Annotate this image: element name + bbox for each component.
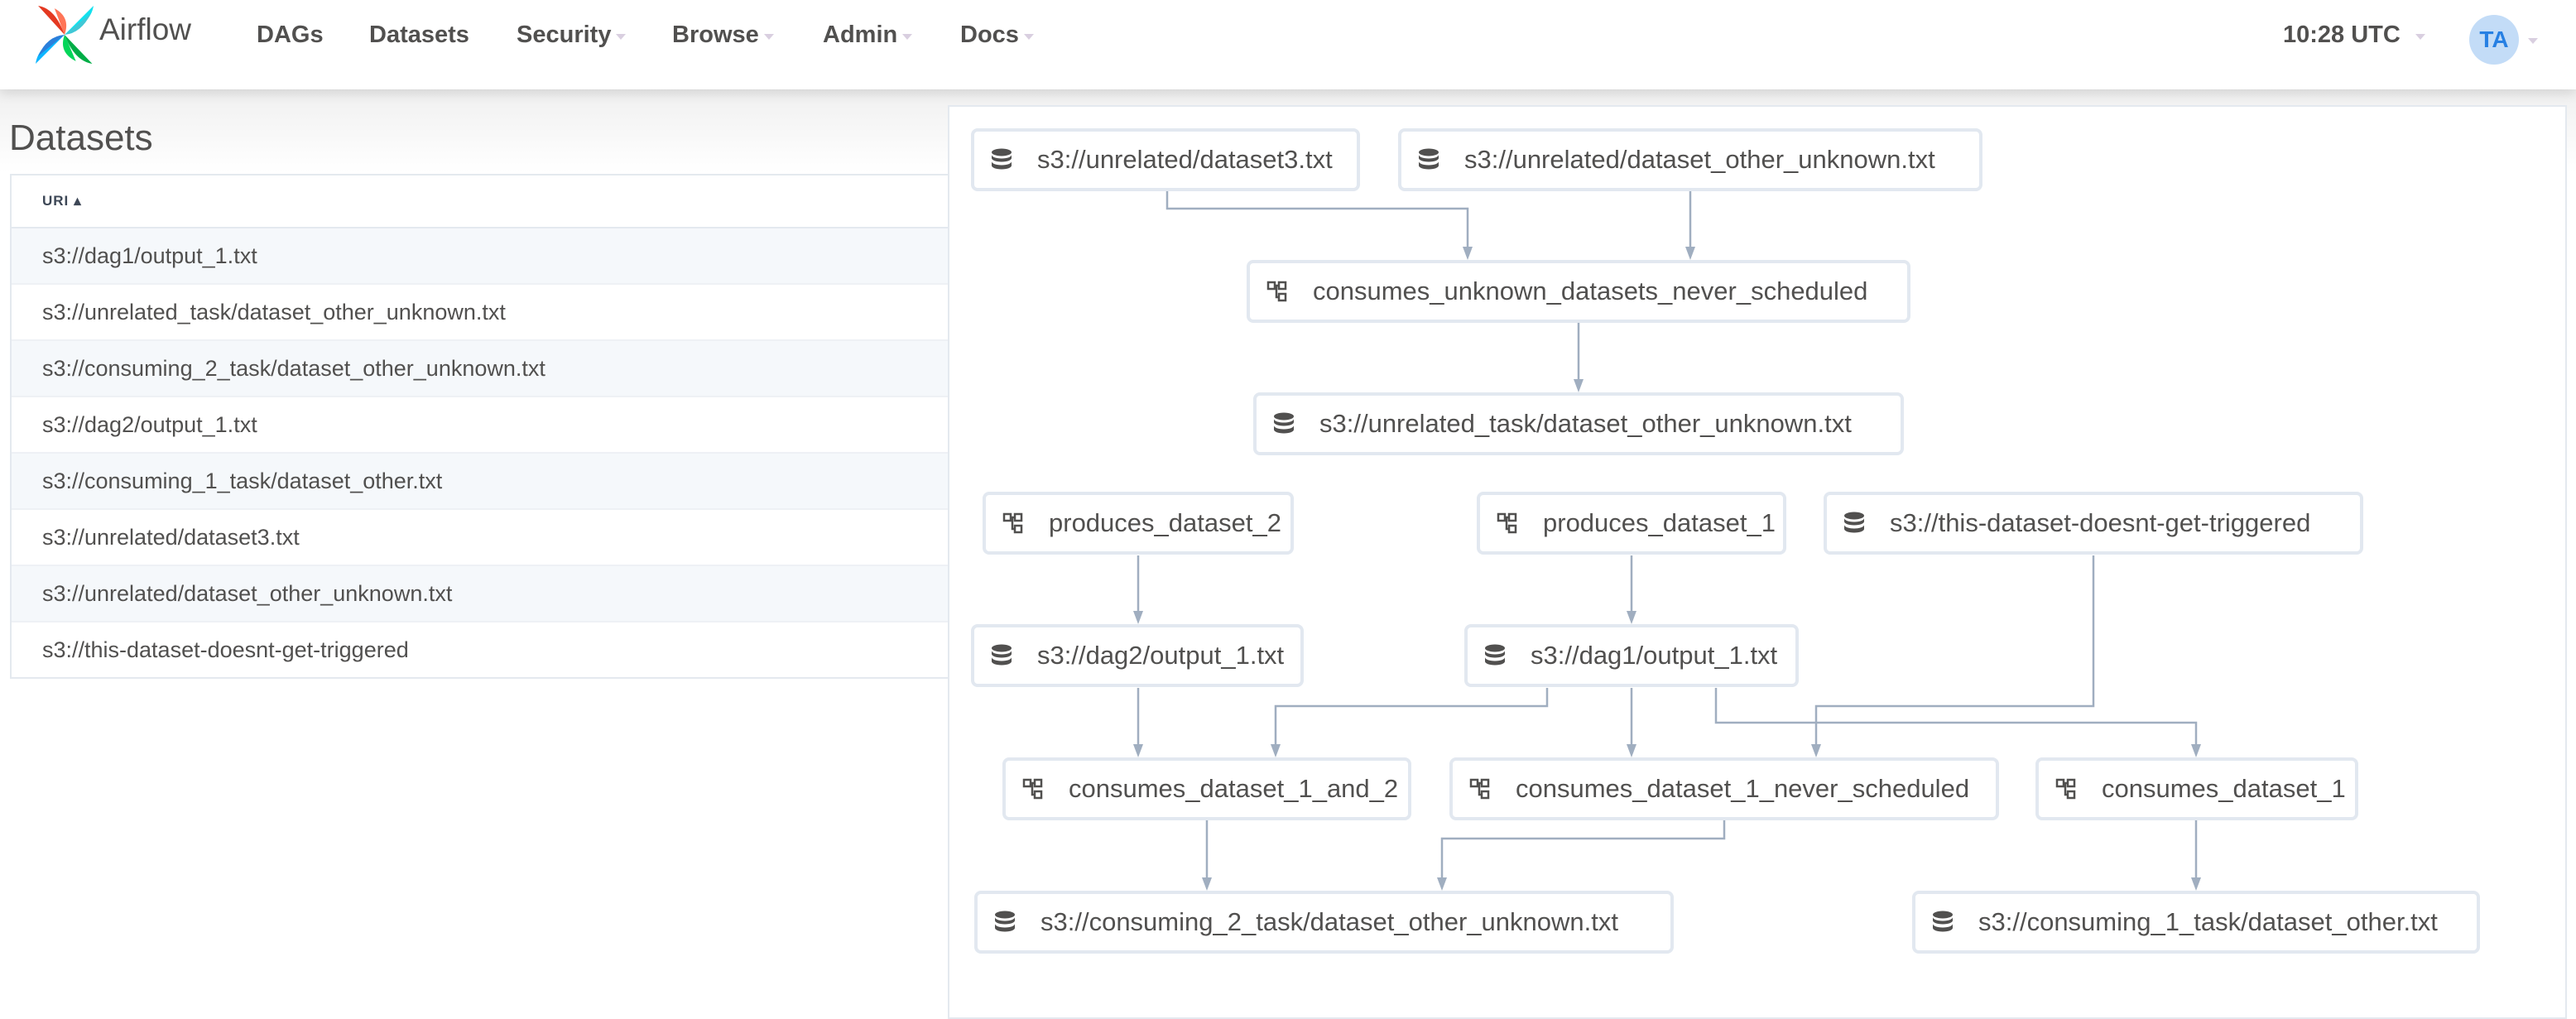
top-navbar: Airflow DAGs Datasets Security Browse Ad…: [0, 0, 2576, 89]
dag-diagram-icon: [1265, 279, 1290, 304]
chevron-down-icon[interactable]: [2528, 38, 2538, 44]
graph-node-dag[interactable]: consumes_dataset_1_never_scheduled: [1449, 757, 1999, 820]
graph-node-dataset[interactable]: s3://unrelated/dataset_other_unknown.txt: [1398, 128, 1982, 191]
timezone-clock-dropdown[interactable]: 10:28 UTC: [2283, 22, 2425, 49]
database-icon: [1842, 511, 1867, 536]
node-label: consumes_unknown_datasets_never_schedule…: [1313, 276, 1868, 305]
nav-docs-label: Docs: [960, 22, 1019, 48]
table-row[interactable]: s3://consuming_2_task/dataset_other_unkn…: [12, 341, 949, 397]
database-icon: [1416, 147, 1441, 172]
clock-text: 10:28 UTC: [2283, 22, 2401, 48]
dataset-uri: s3://consuming_2_task/dataset_other_unkn…: [42, 355, 545, 381]
table-row[interactable]: s3://this-dataset-doesnt-get-triggered: [12, 622, 949, 677]
table-row[interactable]: s3://unrelated/dataset_other_unknown.txt: [12, 566, 949, 622]
table-row[interactable]: s3://dag2/output_1.txt: [12, 397, 949, 454]
node-label: s3://consuming_2_task/dataset_other_unkn…: [1040, 907, 1618, 936]
nav-dags-label: DAGs: [257, 22, 324, 48]
node-label: s3://this-dataset-doesnt-get-triggered: [1890, 508, 2311, 537]
nav-security-label: Security: [517, 22, 612, 48]
nav-admin[interactable]: Admin: [823, 22, 913, 49]
chevron-down-icon: [763, 34, 774, 40]
node-label: s3://dag2/output_1.txt: [1037, 641, 1285, 670]
graph-node-dag[interactable]: consumes_dataset_1: [2035, 757, 2358, 820]
page-title: Datasets: [9, 118, 153, 158]
brand-name: Airflow: [99, 12, 192, 46]
graph-node-dataset[interactable]: s3://unrelated_task/dataset_other_unknow…: [1253, 392, 1904, 455]
dataset-uri: s3://dag2/output_1.txt: [42, 411, 257, 437]
chevron-down-icon: [616, 34, 627, 40]
graph-node-dataset[interactable]: s3://dag2/output_1.txt: [971, 624, 1304, 687]
table-row[interactable]: s3://consuming_1_task/dataset_other.txt: [12, 454, 949, 510]
brand-link[interactable]: Airflow: [33, 3, 191, 66]
node-label: s3://unrelated_task/dataset_other_unknow…: [1319, 409, 1852, 438]
database-icon: [1483, 643, 1507, 668]
dataset-uri: s3://consuming_1_task/dataset_other.txt: [42, 468, 443, 493]
database-icon: [989, 643, 1014, 668]
dataset-uri: s3://unrelated/dataset3.txt: [42, 524, 300, 550]
airflow-pinwheel-logo: [36, 6, 94, 64]
graph-node-dataset[interactable]: s3://unrelated/dataset3.txt: [971, 128, 1360, 191]
graph-node-dag[interactable]: consumes_unknown_datasets_never_schedule…: [1247, 260, 1910, 323]
chevron-down-icon: [902, 34, 913, 40]
datasets-table: URI ▴ s3://dag1/output_1.txt s3://unrelat…: [10, 174, 950, 679]
dataset-uri: s3://this-dataset-doesnt-get-triggered: [42, 637, 409, 662]
graph-node-dataset[interactable]: s3://this-dataset-doesnt-get-triggered: [1824, 492, 2363, 555]
node-label: s3://unrelated/dataset_other_unknown.txt: [1464, 145, 1935, 174]
dataset-uri: s3://unrelated_task/dataset_other_unknow…: [42, 299, 506, 324]
chevron-down-icon: [1023, 34, 1034, 40]
dag-diagram-icon: [1468, 776, 1492, 801]
nav-security[interactable]: Security: [517, 22, 627, 49]
graph-node-dag[interactable]: produces_dataset_1: [1477, 492, 1786, 555]
dataset-uri: s3://unrelated/dataset_other_unknown.txt: [42, 580, 453, 606]
nav-docs[interactable]: Docs: [960, 22, 1034, 49]
table-row[interactable]: s3://unrelated/dataset3.txt: [12, 510, 949, 566]
node-label: s3://unrelated/dataset3.txt: [1037, 145, 1333, 174]
nav-datasets-label: Datasets: [369, 22, 469, 48]
graph-node-dataset[interactable]: s3://dag1/output_1.txt: [1464, 624, 1799, 687]
chevron-down-icon: [2415, 34, 2425, 40]
graph-node-dag[interactable]: consumes_dataset_1_and_2: [1002, 757, 1411, 820]
nav-datasets[interactable]: Datasets: [369, 22, 469, 49]
database-icon: [989, 147, 1014, 172]
graph-node-dataset[interactable]: s3://consuming_1_task/dataset_other.txt: [1912, 891, 2480, 954]
nav-dags[interactable]: DAGs: [257, 22, 324, 49]
node-label: produces_dataset_1: [1543, 508, 1776, 537]
node-label: produces_dataset_2: [1049, 508, 1281, 537]
table-row[interactable]: s3://unrelated_task/dataset_other_unknow…: [12, 285, 949, 341]
dag-diagram-icon: [1001, 511, 1026, 536]
dag-diagram-icon: [1495, 511, 1520, 536]
nav-browse[interactable]: Browse: [672, 22, 774, 49]
dataset-dependency-graph: [948, 105, 2567, 1019]
table-row[interactable]: s3://dag1/output_1.txt: [12, 228, 949, 285]
graph-node-dag[interactable]: produces_dataset_2: [983, 492, 1294, 555]
nav-admin-label: Admin: [823, 22, 898, 48]
node-label: s3://consuming_1_task/dataset_other.txt: [1978, 907, 2438, 936]
node-label: consumes_dataset_1_and_2: [1069, 774, 1399, 803]
user-avatar[interactable]: TA: [2469, 15, 2519, 65]
database-icon: [992, 910, 1017, 935]
dag-diagram-icon: [2054, 776, 2079, 801]
node-label: consumes_dataset_1_never_scheduled: [1516, 774, 1970, 803]
graph-node-dataset[interactable]: s3://consuming_2_task/dataset_other_unkn…: [974, 891, 1674, 954]
node-label: consumes_dataset_1: [2102, 774, 2346, 803]
nav-browse-label: Browse: [672, 22, 759, 48]
dag-diagram-icon: [1021, 776, 1045, 801]
node-label: s3://dag1/output_1.txt: [1531, 641, 1778, 670]
database-icon: [1271, 411, 1296, 436]
column-header-label: URI: [42, 193, 70, 209]
dataset-uri: s3://dag1/output_1.txt: [42, 243, 257, 268]
sort-icon[interactable]: ▴: [74, 193, 82, 209]
database-icon: [1930, 910, 1955, 935]
column-header-uri[interactable]: URI ▴: [12, 175, 949, 228]
